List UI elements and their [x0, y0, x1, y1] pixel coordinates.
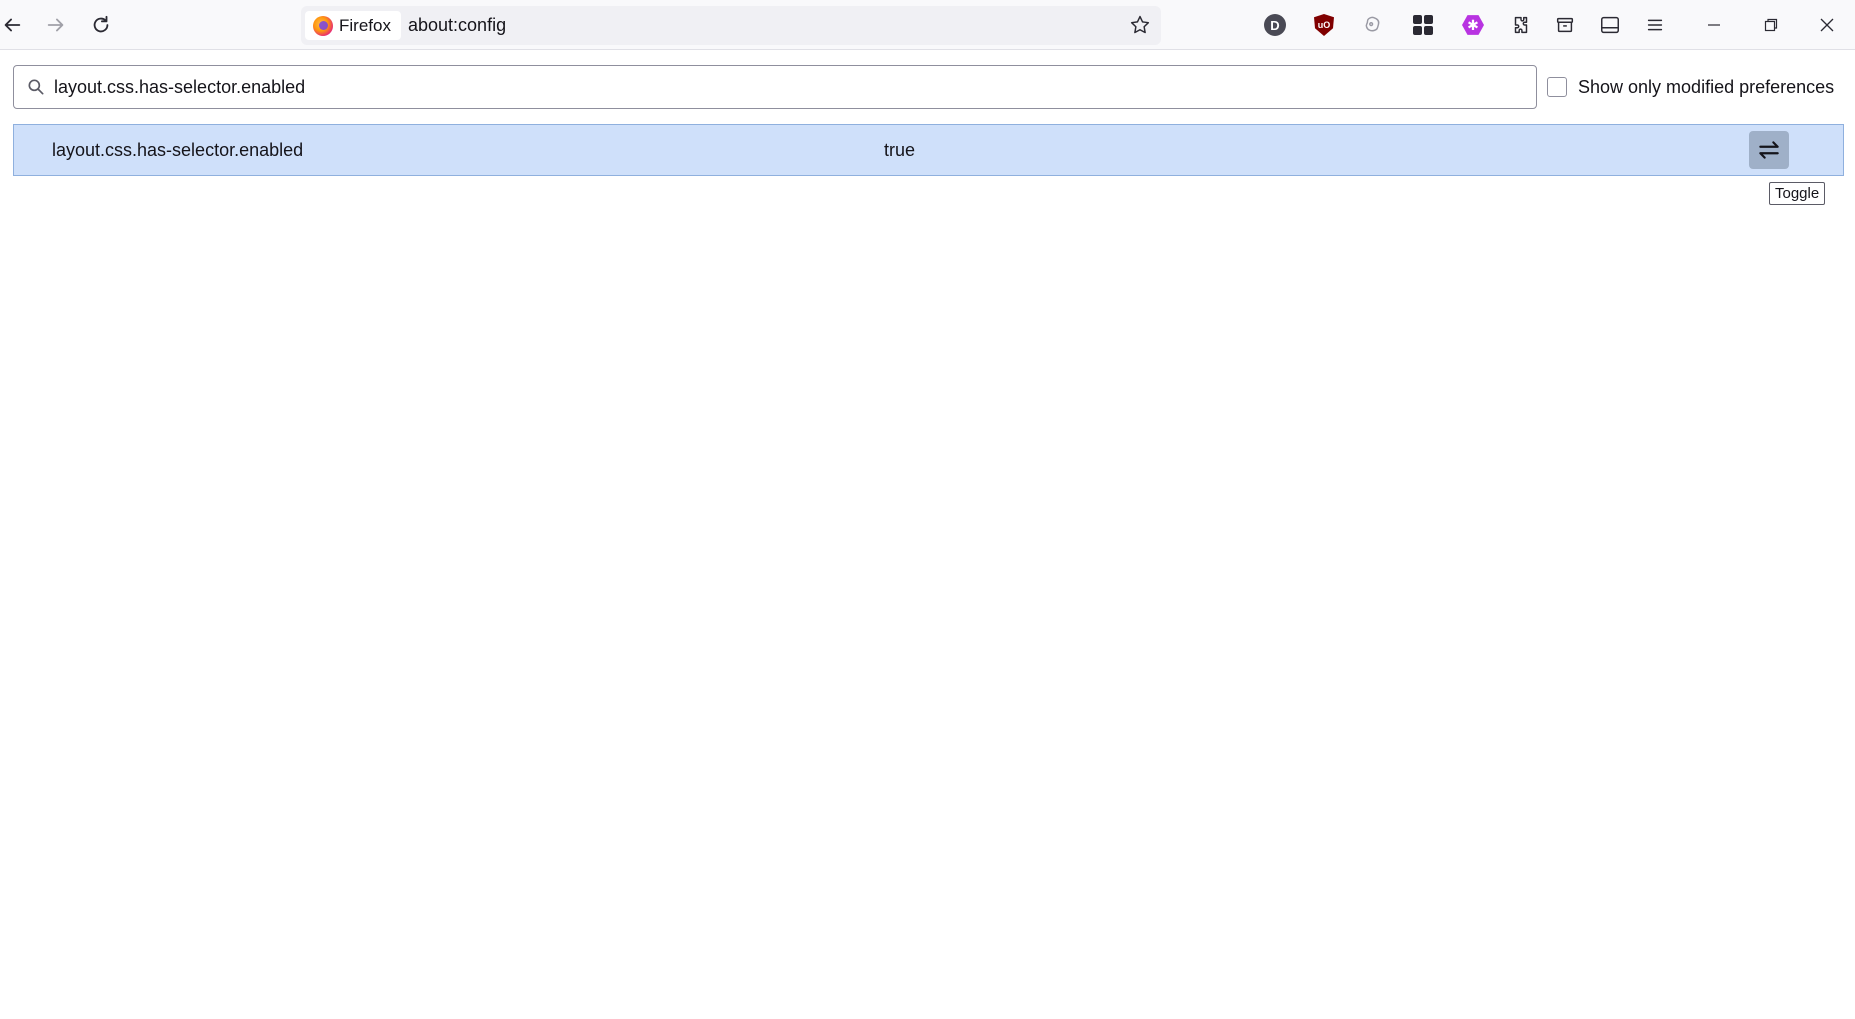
extensions-button[interactable] [1503, 7, 1539, 43]
table-row[interactable]: layout.css.has-selector.enabled true [13, 124, 1844, 176]
show-modified-label: Show only modified preferences [1578, 76, 1835, 97]
search-input[interactable] [54, 66, 1524, 108]
pocket-save-icon [1556, 17, 1574, 33]
close-icon [1820, 18, 1834, 32]
reload-icon [93, 15, 109, 33]
search-icon [28, 79, 44, 95]
url-text[interactable]: about:config [408, 6, 506, 45]
forward-button[interactable] [38, 7, 74, 43]
pocket-button[interactable] [1547, 7, 1583, 43]
show-modified-toggle[interactable]: Show only modified preferences [1547, 75, 1834, 99]
preference-search-box[interactable] [13, 65, 1537, 109]
restore-icon [1764, 18, 1778, 32]
app-menu-button[interactable] [1637, 7, 1673, 43]
toggle-button[interactable] [1749, 131, 1789, 169]
ublock-extension-button[interactable]: uO [1306, 7, 1342, 43]
minimize-icon [1708, 24, 1720, 26]
sidebar-button[interactable] [1592, 7, 1628, 43]
forward-arrow-icon [47, 18, 64, 32]
preference-name: layout.css.has-selector.enabled [52, 140, 304, 160]
purple-hexagon-icon: ✱ [1462, 15, 1484, 35]
back-button[interactable] [0, 7, 30, 43]
reload-button[interactable] [83, 7, 119, 43]
puzzle-blob-icon [1365, 16, 1380, 32]
restore-button[interactable] [1743, 0, 1799, 50]
close-window-button[interactable] [1799, 0, 1855, 50]
preference-value[interactable]: true [884, 125, 915, 175]
extensions-puzzle-icon [1514, 16, 1528, 34]
show-modified-checkbox[interactable] [1547, 77, 1567, 97]
sidebar-icon [1601, 16, 1619, 34]
hexagon-extension-button[interactable]: ✱ [1455, 7, 1491, 43]
hamburger-menu-icon [1647, 19, 1663, 31]
url-bar[interactable]: Firefox about:config [301, 6, 1161, 45]
identity-box[interactable]: Firefox [305, 11, 401, 40]
grid-apps-icon [1413, 15, 1433, 35]
identity-label: Firefox [339, 15, 391, 35]
star-icon [1130, 15, 1150, 34]
ublock-origin-icon: uO [1314, 14, 1334, 36]
back-arrow-icon [4, 18, 21, 32]
bookmark-star-button[interactable] [1125, 10, 1155, 40]
minimize-button[interactable] [1686, 0, 1742, 50]
apps-extension-button[interactable] [1405, 7, 1441, 43]
browser-toolbar: Firefox about:config D uO ✱ [0, 0, 1855, 50]
blob-extension-button[interactable] [1355, 7, 1391, 43]
toggle-arrows-icon [1759, 141, 1779, 159]
duckduckgo-d-icon: D [1264, 14, 1286, 36]
firefox-logo-icon [313, 15, 333, 36]
duckduckgo-extension-button[interactable]: D [1257, 7, 1293, 43]
toggle-tooltip: Toggle [1769, 182, 1826, 205]
